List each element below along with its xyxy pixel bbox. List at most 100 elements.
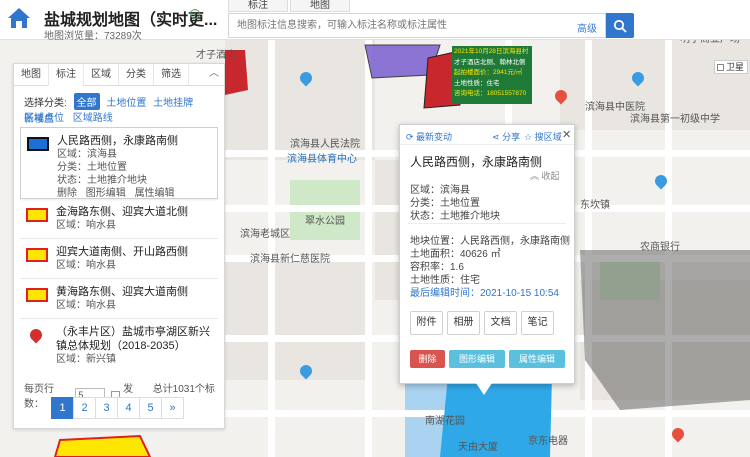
map-label-park: 翠水公园 [305, 216, 345, 227]
annotation-line: 起拍楼面价：2941元/㎡ [454, 69, 523, 76]
item-area: 区域：响水县 [56, 300, 116, 311]
home-icon[interactable] [6, 6, 32, 30]
annotation-line: 才子酒店北侧、翰林北侧 [454, 58, 526, 66]
collapse-label: 收起 [541, 171, 560, 181]
visit-count: 地图浏览量：73289次 [44, 31, 142, 42]
filter-chip-region-route[interactable]: 区域路线 [73, 113, 113, 124]
star-icon: ☆ [524, 132, 533, 142]
list-item[interactable]: 迎宾大道南侧、开山路西侧 区域：响水县 [20, 239, 218, 279]
edit-shape-link[interactable]: 图形编辑 [86, 188, 126, 199]
filter-label: 选择分类: [24, 98, 67, 109]
search-button[interactable] [606, 13, 634, 38]
next-page-button[interactable]: » [161, 397, 184, 419]
search-area-link[interactable]: ☆ 搜区域 [524, 130, 562, 143]
delete-link[interactable]: 删除 [57, 188, 77, 199]
satellite-checkbox[interactable] [717, 64, 724, 72]
recent-changes-link[interactable]: ⟳ 最新变动 [406, 130, 452, 143]
annotation-list: 人民路西侧，永康路南侧 区域：滨海县 分类：土地位置 状态：土地推介地块 删除 … [20, 127, 218, 371]
share-icon: ⋖ [492, 132, 500, 142]
share-link[interactable]: ⋖ 分享 [492, 130, 520, 143]
search-box: 高级 [228, 13, 606, 38]
filter-chip-land-listing[interactable]: 土地挂牌 [153, 94, 193, 109]
item-title: 金海路东侧、迎宾大道北侧 [56, 206, 188, 218]
album-button[interactable]: 相册 [447, 311, 480, 335]
page-button[interactable]: 2 [73, 397, 96, 419]
annotation-panel: 地图 标注 区域 分类 筛选 ︿ 选择分类: 全部 土地位置 土地挂牌 新楼盘 … [13, 63, 225, 429]
page-button[interactable]: 4 [117, 397, 140, 419]
panel-tab-map[interactable]: 地图 [14, 64, 49, 86]
edit-attributes-link[interactable]: 属性编辑 [135, 188, 175, 199]
panel-tab-category[interactable]: 分类 [119, 64, 154, 86]
search-input[interactable] [229, 14, 559, 37]
map-label-dongjie: 东坎镇 [580, 200, 610, 211]
list-item[interactable]: 黄海路东侧、迎宾大道南侧 区域：响水县 [20, 279, 218, 319]
polygon-swatch-icon [26, 208, 48, 222]
item-category: 分类：土地位置 [57, 162, 127, 173]
recent-changes-label: 最新变动 [416, 132, 453, 142]
divider [408, 223, 566, 224]
map-label-oldcity: 滨海老城区 [240, 229, 290, 240]
annotation-line: 2021年10月28日滨海县村 [454, 48, 529, 55]
advanced-search-link[interactable]: 高级 [577, 20, 597, 35]
item-title: 黄海路东侧、迎宾大道南侧 [56, 286, 188, 298]
satellite-toggle[interactable]: 卫星 [714, 60, 748, 74]
item-area: 区域：新兴镇 [56, 354, 116, 365]
map-label-school: 滨海县第一初级中学 [630, 114, 720, 125]
map-label-nanhu: 南湖花园 [425, 416, 465, 427]
tab-map[interactable]: 地图 [290, 0, 350, 12]
auction-annotation[interactable]: 2021年10月28日滨海县村 才子酒店北侧、翰林北侧 起拍楼面价：2941元/… [452, 46, 532, 104]
page-button[interactable]: 1 [51, 397, 74, 419]
item-area: 区域：响水县 [56, 260, 116, 271]
filter-chip-all[interactable]: 全部 [73, 93, 100, 110]
map-pin-icon [27, 326, 45, 344]
polygon-swatch-icon [26, 288, 48, 302]
close-icon[interactable]: ✕ [562, 128, 571, 141]
item-title: 人民路西侧，永康路南侧 [57, 135, 178, 147]
map-label-stadium: 滨海县体育中心 [287, 154, 357, 165]
popup-pointer [476, 383, 492, 395]
item-area: 区域：滨海县 [57, 149, 117, 160]
map-label-xinren: 滨海县新仁慈医院 [250, 254, 330, 265]
map-label-hotel: 才子酒店 [196, 50, 236, 61]
top-header: 盐城规划地图（实时更... i 地图浏览量：73289次 标注 地图 高级 [0, 0, 750, 42]
collapse-toggle[interactable]: ︽ 收起 [530, 169, 560, 182]
share-label: 分享 [502, 132, 521, 142]
annotation-line: 土地性质：住宅 [454, 79, 500, 87]
item-area: 区域：响水县 [56, 220, 116, 231]
popup-title: 人民路西侧，永康路南侧 [410, 155, 543, 169]
list-item[interactable]: 人民路西侧，永康路南侧 区域：滨海县 分类：土地位置 状态：土地推介地块 删除 … [20, 127, 218, 199]
documents-button[interactable]: 文档 [484, 311, 517, 335]
satellite-label: 卫星 [726, 62, 745, 72]
info-icon[interactable]: i [190, 9, 200, 19]
category-filter-2: 区域点位 区域路线 [24, 109, 119, 124]
annotation-line: 咨询电话：18051557870 [454, 90, 527, 97]
panel-tab-filter[interactable]: 筛选 [154, 64, 189, 86]
annotation-popup: ⟳ 最新变动 ⋖ 分享 ☆ 搜区域 ✕ 人民路西侧，永康路南侧 ︽ 收起 区域：… [399, 124, 575, 384]
page-button[interactable]: 3 [95, 397, 118, 419]
tab-annotation[interactable]: 标注 [228, 0, 288, 12]
popup-status: 状态：土地推介地块 [410, 211, 500, 222]
item-title: （永丰片区）盐城市亭湖区新兴镇总体规划（2018-2035） [56, 326, 210, 352]
panel-tabs: 地图 标注 区域 分类 筛选 ︿ [14, 64, 224, 86]
map-label-jing: 京东电器 [528, 436, 568, 447]
notes-button[interactable]: 笔记 [521, 311, 554, 335]
item-title: 迎宾大道南侧、开山路西侧 [56, 246, 188, 258]
polygon-swatch-icon [26, 248, 48, 262]
filter-chip-land-location[interactable]: 土地位置 [106, 94, 146, 109]
chevron-up-icon[interactable]: ︿ [204, 64, 224, 85]
panel-tab-region[interactable]: 区域 [84, 64, 119, 86]
list-item[interactable]: （永丰片区）盐城市亭湖区新兴镇总体规划（2018-2035） 区域：新兴镇 [20, 319, 218, 371]
edit-attributes-button[interactable]: 属性编辑 [509, 350, 565, 368]
panel-tab-annotation[interactable]: 标注 [49, 64, 84, 86]
polygon-swatch-icon [27, 137, 49, 151]
item-status: 状态：土地推介地块 [57, 175, 147, 186]
delete-button[interactable]: 删除 [410, 350, 445, 368]
list-item[interactable]: 金海路东侧、迎宾大道北侧 区域：响水县 [20, 199, 218, 239]
page-button[interactable]: 5 [139, 397, 162, 419]
attachments-button[interactable]: 附件 [410, 311, 443, 335]
edit-shape-button[interactable]: 图形编辑 [449, 350, 505, 368]
search-icon [613, 19, 627, 33]
filter-chip-region-point[interactable]: 区域点位 [24, 113, 64, 124]
map-label-tianyou: 天由大厦 [458, 442, 498, 453]
map-label-bank: 农商银行 [640, 242, 680, 253]
